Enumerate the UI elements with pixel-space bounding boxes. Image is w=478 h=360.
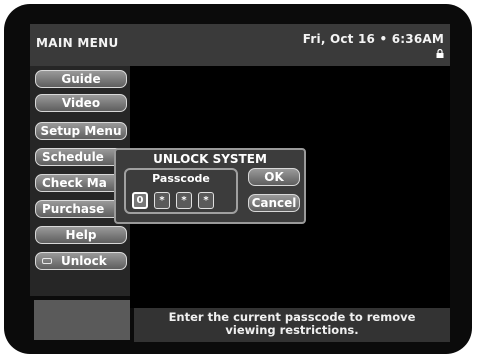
ok-button[interactable]: OK xyxy=(248,168,300,186)
lock-icon xyxy=(436,49,444,58)
header-bar: MAIN MENU Fri, Oct 16 • 6:36AM xyxy=(30,24,450,66)
menu-item-guide[interactable]: Guide xyxy=(35,70,127,88)
menu-item-label: Help xyxy=(65,228,97,242)
unlock-system-dialog: UNLOCK SYSTEM Passcode 0 * * * OK Cancel xyxy=(114,148,306,224)
cancel-button[interactable]: Cancel xyxy=(248,194,300,212)
passcode-group: Passcode 0 * * * xyxy=(124,168,238,214)
menu-item-label: Unlock xyxy=(61,254,107,268)
menu-item-unlock[interactable]: Unlock xyxy=(35,252,127,270)
menu-item-setup-menu[interactable]: Setup Menu xyxy=(35,122,127,140)
passcode-digit-4[interactable]: * xyxy=(198,192,214,209)
passcode-label: Passcode xyxy=(152,172,210,185)
menu-item-label: Purchase xyxy=(42,202,105,216)
unlock-icon xyxy=(42,258,52,264)
passcode-digit-1[interactable]: 0 xyxy=(132,192,148,209)
menu-item-label: Guide xyxy=(61,72,101,86)
help-message-line-2: viewing restrictions. xyxy=(225,323,359,337)
menu-item-help[interactable]: Help xyxy=(35,226,127,244)
menu-item-label: Schedule xyxy=(42,150,104,164)
date-time: Fri, Oct 16 • 6:36AM xyxy=(302,32,444,46)
menu-item-label: Check Ma xyxy=(42,176,107,190)
footer-preview-panel xyxy=(34,300,130,340)
page-title: MAIN MENU xyxy=(36,36,119,50)
menu-item-video[interactable]: Video xyxy=(35,94,127,112)
passcode-digit-2[interactable]: * xyxy=(154,192,170,209)
dialog-title: UNLOCK SYSTEM xyxy=(153,152,267,166)
menu-item-label: Video xyxy=(61,96,101,110)
tv-screen: MAIN MENU Fri, Oct 16 • 6:36AM Guide Vid… xyxy=(0,0,478,360)
menu-item-label: Setup Menu xyxy=(40,124,122,138)
help-message: Enter the current passcode to remove vie… xyxy=(134,308,450,342)
passcode-digit-3[interactable]: * xyxy=(176,192,192,209)
